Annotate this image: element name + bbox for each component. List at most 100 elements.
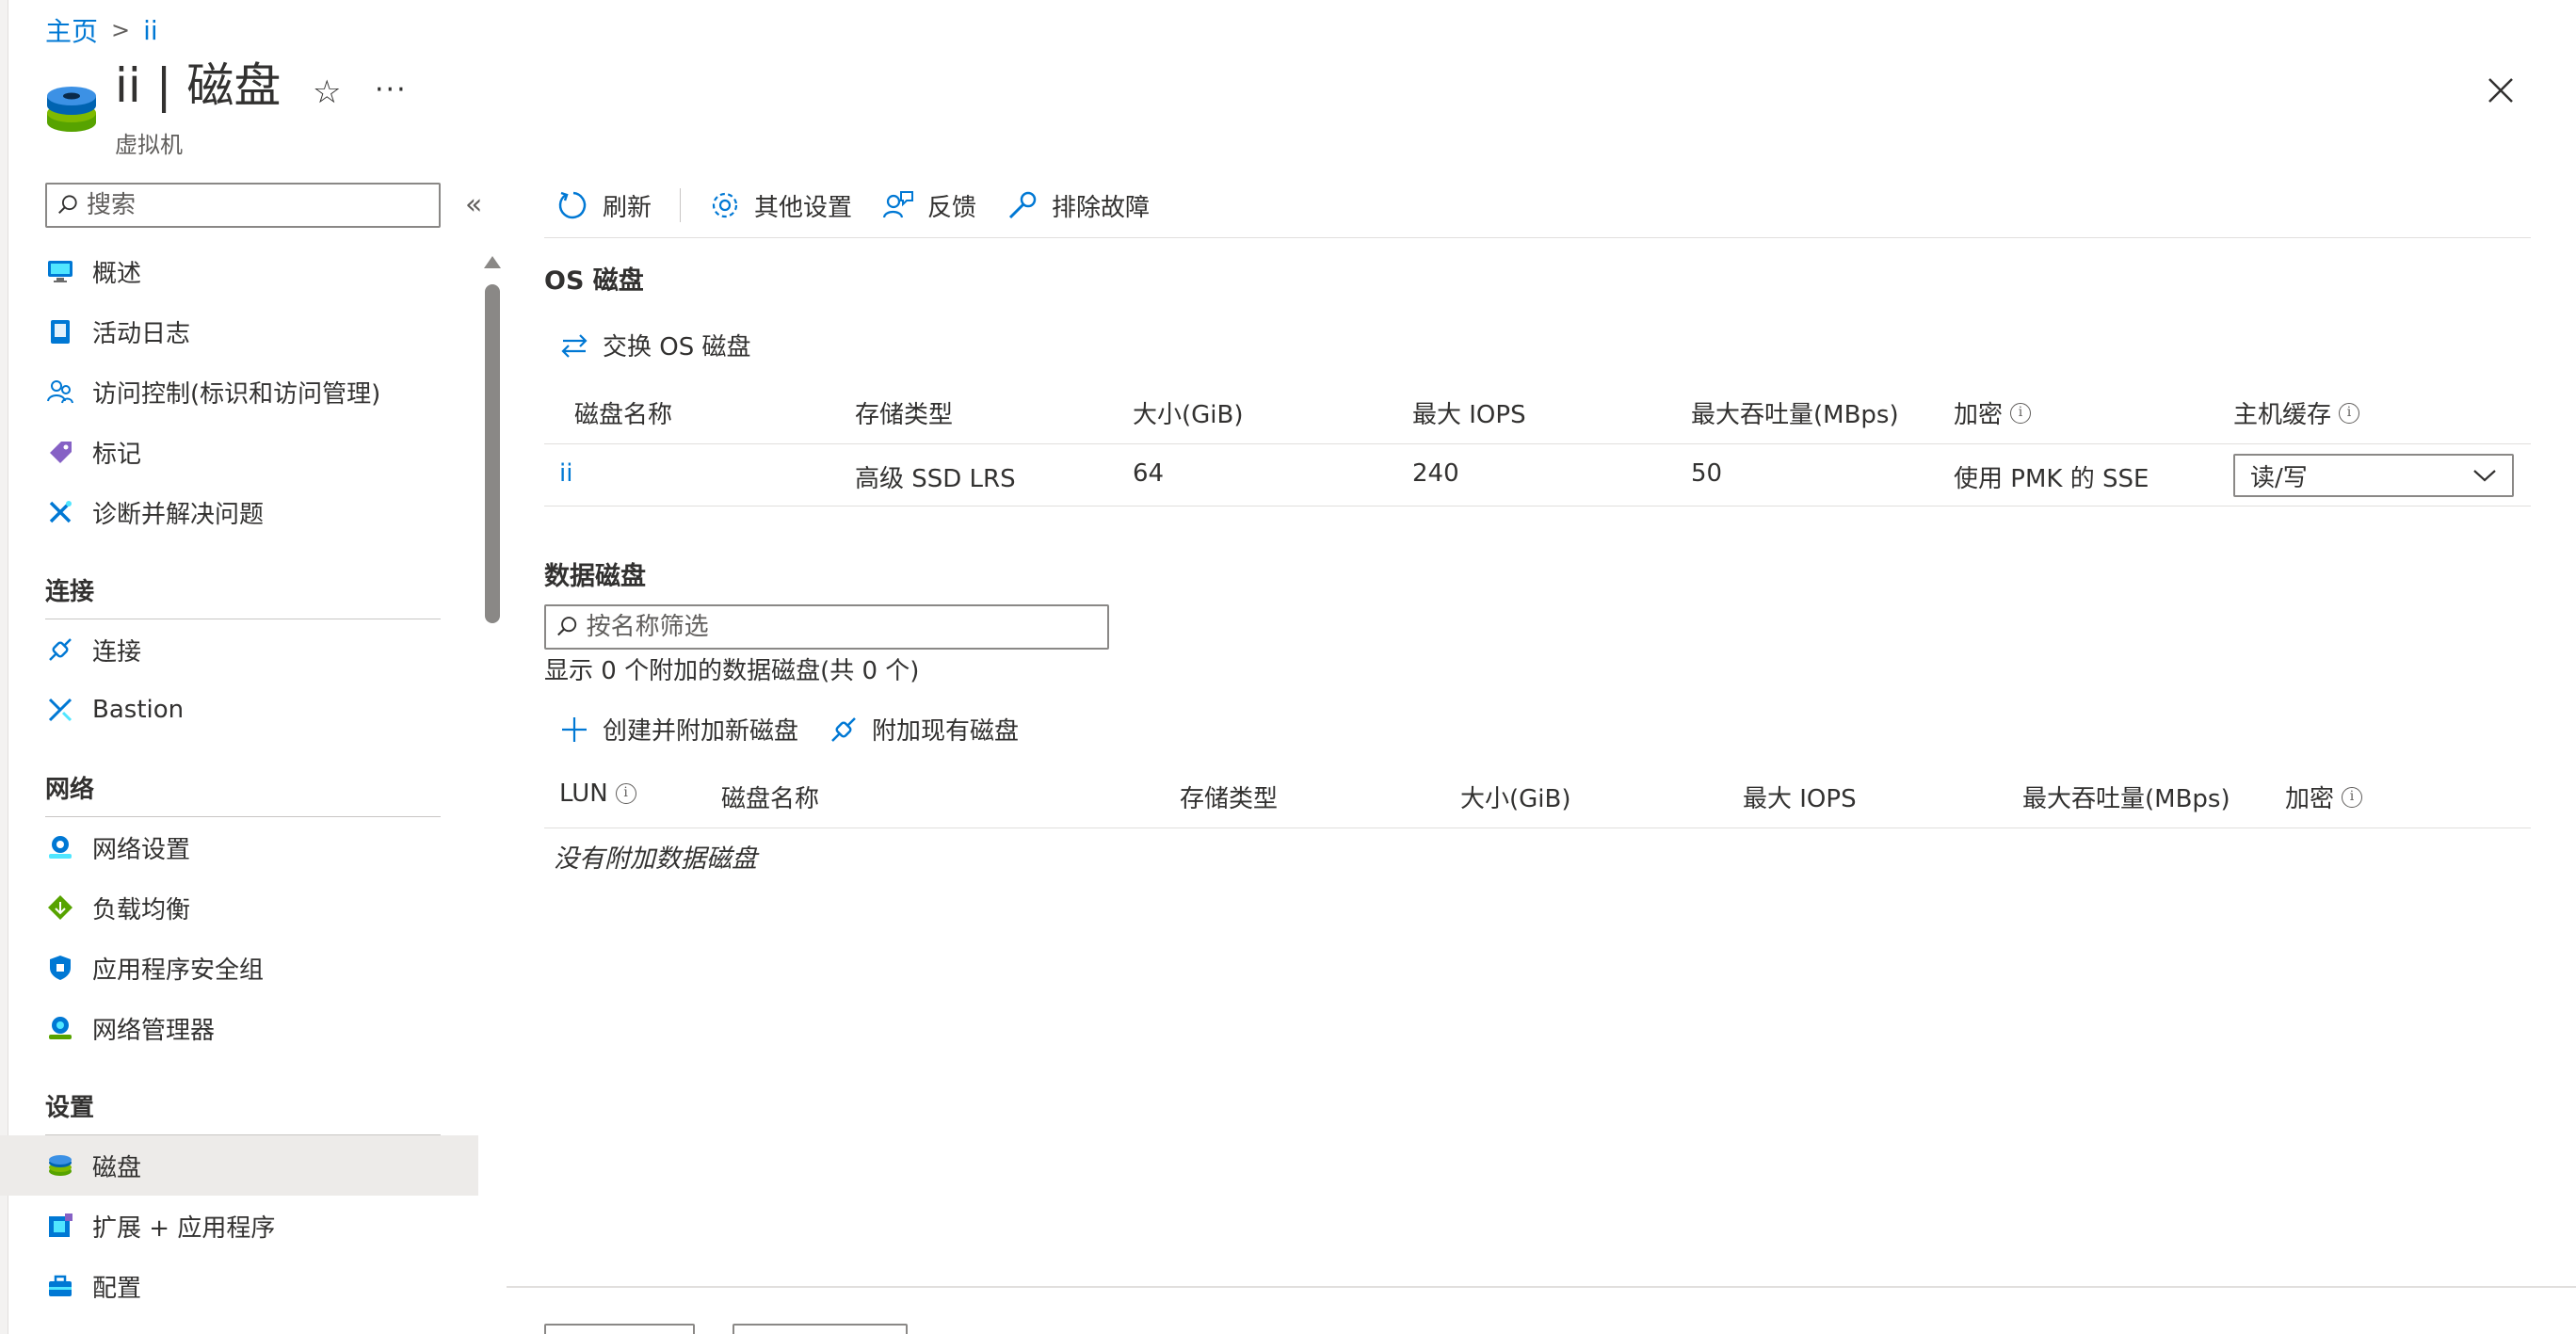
disk-icon (45, 1150, 75, 1181)
sidebar-item-load-balancing[interactable]: 负载均衡 (0, 877, 478, 938)
data-disk-filter-box[interactable] (544, 604, 1109, 650)
sidebar-group-settings: 设置 (45, 1088, 441, 1135)
os-col-disk-name: 磁盘名称 (574, 401, 673, 429)
create-attach-disk-button[interactable]: 创建并附加新磁盘 (559, 712, 798, 747)
breadcrumb: 主页 > ii (45, 11, 158, 49)
log-icon (45, 316, 75, 346)
footer-secondary-button[interactable] (733, 1324, 908, 1334)
sidebar-search-input[interactable] (86, 191, 439, 219)
breadcrumb-current-link[interactable]: ii (143, 15, 158, 46)
breadcrumb-separator: > (111, 17, 131, 43)
tag-icon (45, 437, 75, 467)
os-col-max-throughput: 最大吞吐量(MBps) (1691, 401, 1899, 429)
sidebar-item-network-settings[interactable]: 网络设置 (0, 817, 478, 877)
troubleshoot-label: 排除故障 (1052, 193, 1151, 222)
os-col-host-cache: 主机缓存 i (2233, 395, 2360, 430)
info-icon[interactable]: i (615, 783, 636, 804)
breadcrumb-home-link[interactable]: 主页 (45, 11, 98, 49)
load-balancer-icon (45, 892, 75, 923)
info-icon[interactable]: i (2339, 402, 2360, 424)
wrench-icon (1008, 191, 1037, 219)
plus-icon (562, 716, 587, 742)
command-bar: 刷新 其他设置 反馈 排除故障 (557, 181, 1180, 230)
extension-icon (45, 1211, 75, 1241)
info-icon[interactable]: i (2342, 786, 2363, 808)
collapse-sidebar-icon[interactable]: « (465, 188, 482, 221)
os-disk-encryption: 使用 PMK 的 SSE (1954, 465, 2149, 493)
chevron-down-icon (2473, 470, 2496, 482)
sidebar-item-label: 诊断并解决问题 (92, 500, 265, 529)
sidebar-item-diagnose[interactable]: 诊断并解决问题 (0, 482, 478, 542)
close-icon[interactable] (2484, 73, 2518, 107)
data-col-lun: LUN i (559, 780, 636, 808)
sidebar-item-bastion[interactable]: Bastion (0, 680, 478, 740)
sidebar-item-activity-log[interactable]: 活动日志 (0, 301, 478, 362)
network-manager-icon (45, 1013, 75, 1043)
plug-icon (831, 716, 856, 742)
other-settings-label: 其他设置 (754, 193, 853, 222)
footer-divider (507, 1286, 2576, 1288)
bastion-icon (45, 695, 75, 725)
favorite-star-icon[interactable]: ☆ (313, 73, 341, 111)
refresh-icon (558, 191, 587, 219)
sidebar-item-label: 访问控制(标识和访问管理) (92, 379, 381, 409)
info-icon[interactable]: i (2010, 402, 2032, 424)
toolbox-icon (45, 1271, 75, 1301)
network-icon (45, 832, 75, 862)
attach-existing-disk-label: 附加现有磁盘 (872, 717, 1020, 746)
sidebar-item-extensions[interactable]: 扩展 + 应用程序 (0, 1196, 478, 1256)
os-col-encryption: 加密 i (1954, 395, 2032, 430)
page-subtitle: 虚拟机 (115, 132, 183, 158)
feedback-icon (882, 191, 914, 218)
sidebar-group-connect: 连接 (45, 572, 441, 619)
os-disk-name-link[interactable]: ii (559, 459, 572, 488)
swap-os-disk-button[interactable]: 交换 OS 磁盘 (559, 328, 751, 362)
other-settings-button[interactable]: 其他设置 (709, 188, 852, 223)
sidebar-item-label: 连接 (92, 637, 142, 667)
gear-icon (712, 192, 738, 218)
sidebar-item-label: 网络设置 (92, 835, 191, 864)
sidebar-item-label: 负载均衡 (92, 895, 191, 924)
plug-icon (45, 635, 75, 665)
os-col-max-iops: 最大 IOPS (1412, 401, 1526, 429)
sidebar-item-network-manager[interactable]: 网络管理器 (0, 998, 478, 1058)
sidebar-item-label: 扩展 + 应用程序 (92, 1213, 276, 1243)
sidebar-item-label: 网络管理器 (92, 1016, 216, 1045)
people-icon (45, 377, 75, 407)
attach-existing-disk-button[interactable]: 附加现有磁盘 (829, 712, 1019, 747)
data-col-disk-name: 磁盘名称 (721, 785, 820, 813)
data-disk-count-text: 显示 0 个附加的数据磁盘(共 0 个) (544, 657, 920, 685)
feedback-button[interactable]: 反馈 (882, 188, 976, 223)
sidebar-item-overview[interactable]: 概述 (0, 241, 478, 301)
data-disks-section-title: 数据磁盘 (544, 562, 646, 591)
feedback-label: 反馈 (927, 193, 977, 222)
sidebar-item-configuration[interactable]: 配置 (0, 1256, 478, 1316)
sidebar-group-network: 网络 (45, 770, 441, 817)
search-icon (58, 195, 77, 215)
os-table-header-line (544, 443, 2531, 444)
wrench-icon (45, 497, 75, 527)
data-col-max-throughput: 最大吞吐量(MBps) (2022, 785, 2230, 813)
sidebar-scroll-up-arrow[interactable] (484, 256, 501, 268)
sidebar-item-label: 概述 (92, 259, 142, 288)
sidebar-search-box[interactable] (45, 183, 441, 228)
sidebar-scrollbar-thumb[interactable] (485, 284, 500, 623)
sidebar-item-app-security-group[interactable]: 应用程序安全组 (0, 938, 478, 998)
sidebar-item-disks[interactable]: 磁盘 (0, 1135, 478, 1196)
refresh-button[interactable]: 刷新 (557, 188, 652, 223)
data-col-encryption-label: 加密 (2285, 785, 2335, 813)
host-cache-dropdown[interactable]: 读/写 (2233, 454, 2514, 497)
sidebar-item-label: 配置 (92, 1274, 142, 1303)
os-col-encryption-label: 加密 (1954, 401, 2004, 429)
sidebar-item-label: 应用程序安全组 (92, 956, 265, 985)
footer-primary-button[interactable] (544, 1324, 695, 1334)
data-disk-filter-input[interactable] (586, 613, 1107, 641)
sidebar-item-tags[interactable]: 标记 (0, 422, 478, 482)
swap-os-disk-label: 交换 OS 磁盘 (603, 333, 751, 362)
troubleshoot-button[interactable]: 排除故障 (1006, 188, 1150, 223)
sidebar-item-label: 磁盘 (92, 1153, 142, 1182)
os-col-size: 大小(GiB) (1133, 401, 1244, 429)
more-options-icon[interactable]: ··· (375, 73, 408, 106)
sidebar-item-access-control[interactable]: 访问控制(标识和访问管理) (0, 362, 478, 422)
sidebar-item-connect[interactable]: 连接 (0, 619, 478, 680)
